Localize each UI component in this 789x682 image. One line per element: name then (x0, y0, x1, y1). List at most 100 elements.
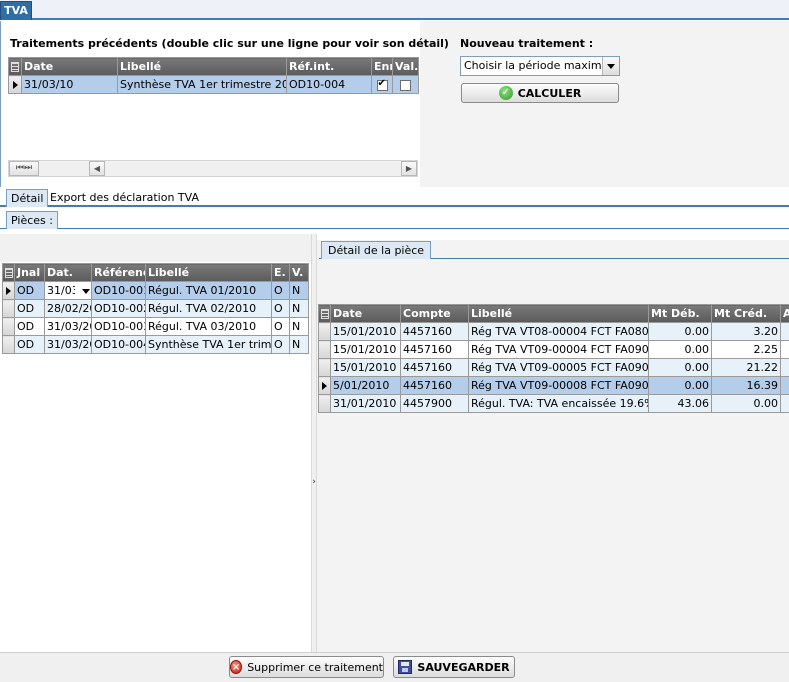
col-date[interactable]: Dat. (44, 263, 92, 282)
cell-v[interactable]: N (289, 281, 309, 300)
grid-options-icon[interactable] (318, 304, 331, 323)
cell-compte[interactable]: 4457160 (400, 358, 469, 377)
cell-v[interactable]: N (289, 317, 309, 336)
cell-mt-cred[interactable]: 16.39 (711, 376, 781, 395)
table-row[interactable]: 31/01/2010 4457900 Régul. TVA: TVA encai… (318, 394, 789, 413)
cell-mt-deb[interactable]: 0.00 (648, 358, 712, 377)
cell-a[interactable] (780, 340, 789, 359)
col-jnal[interactable]: Jnal (14, 263, 45, 282)
cell-reference[interactable]: OD10-003 (91, 317, 146, 336)
cell-val[interactable] (392, 75, 419, 94)
col-a[interactable]: A (780, 304, 789, 323)
cell-compte[interactable]: 4457160 (400, 322, 469, 341)
table-row[interactable]: OD 31/03/2010 OD10-001 Régul. TVA 01/201… (2, 281, 309, 300)
date-editor[interactable]: 31/03/2010 (44, 281, 92, 300)
col-ref-int[interactable]: Réf.int. (286, 57, 372, 76)
col-libelle[interactable]: Libellé (145, 263, 272, 282)
cell-compte[interactable]: 4457160 (400, 340, 469, 359)
cell-a[interactable] (780, 394, 789, 413)
cell-a[interactable] (780, 358, 789, 377)
scroll-left-icon[interactable]: ◀ (89, 161, 105, 176)
col-mt-deb[interactable]: Mt Déb. (648, 304, 712, 323)
cell-mt-cred[interactable]: 21.22 (711, 358, 781, 377)
cell-compte[interactable]: 4457900 (400, 394, 469, 413)
cell-date[interactable]: 15/01/2010 (330, 322, 401, 341)
grid-options-icon[interactable] (2, 263, 15, 282)
col-mt-cred[interactable]: Mt Créd. (711, 304, 781, 323)
table-row[interactable]: OD 28/02/2010 OD10-002 Régul. TVA 02/201… (2, 299, 309, 318)
tab-piece-detail[interactable]: Détail de la pièce (321, 241, 432, 259)
save-button[interactable]: SAUVEGARDER (393, 656, 515, 678)
cell-libelle[interactable]: Rég TVA VT08-00004 FCT FA080003 (468, 322, 649, 341)
cell-mt-cred[interactable]: 3.20 (711, 322, 781, 341)
cell-ref[interactable]: OD10-004 (286, 75, 372, 94)
grid-options-icon[interactable] (8, 57, 22, 76)
cell-a[interactable] (780, 322, 789, 341)
tab-detail[interactable]: Détail (6, 189, 49, 207)
calculate-button[interactable]: ✓ CALCULER (461, 83, 619, 103)
table-row[interactable]: OD 31/03/2010 OD10-003 Régul. TVA 03/201… (2, 317, 309, 336)
cell-mt-deb[interactable]: 0.00 (648, 322, 712, 341)
col-date[interactable]: Date (21, 57, 118, 76)
col-date[interactable]: Date (330, 304, 401, 323)
table-row[interactable]: 15/01/2010 4457160 Rég TVA VT09-00005 FC… (318, 358, 789, 377)
col-e[interactable]: E. (271, 263, 290, 282)
table-row[interactable]: 15/01/2010 4457160 Rég TVA VT09-00004 FC… (318, 340, 789, 359)
cell-libelle[interactable]: Régul. TVA: TVA encaissée 19.6% (468, 394, 649, 413)
cell-libelle[interactable]: Rég TVA VT09-00004 FCT FA090003 (468, 340, 649, 359)
cell-compte[interactable]: 4457160 (400, 376, 469, 395)
cell-mt-deb[interactable]: 0.00 (648, 340, 712, 359)
cell-jnal[interactable]: OD (14, 281, 45, 300)
cell-date[interactable]: 15/01/2010 (330, 340, 401, 359)
col-libelle[interactable]: Libellé (117, 57, 287, 76)
cell-reference[interactable]: OD10-001 (91, 281, 146, 300)
cell-mt-deb[interactable]: 0.00 (648, 376, 712, 395)
cell-v[interactable]: N (289, 335, 309, 354)
scroll-right-icon[interactable]: ▶ (401, 161, 417, 176)
cell-jnal[interactable]: OD (14, 299, 45, 318)
chevron-down-icon[interactable] (78, 283, 91, 299)
cell-libelle[interactable]: Rég TVA VT09-00005 FCT FA090004 (468, 358, 649, 377)
period-select[interactable]: Choisir la période maximale (460, 56, 620, 76)
col-v[interactable]: V. (289, 263, 309, 282)
cell-date[interactable]: 28/02/2010 (44, 299, 92, 318)
cell-jnal[interactable]: OD (14, 317, 45, 336)
cell-e[interactable]: O (271, 281, 290, 300)
cell-enr[interactable] (371, 75, 393, 94)
cell-date[interactable]: 31/03/10 (21, 75, 118, 94)
table-row[interactable]: OD 31/03/2010 OD10-004 Synthèse TVA 1er … (2, 335, 309, 354)
cell-mt-deb[interactable]: 43.06 (648, 394, 712, 413)
table-row[interactable]: 31/03/10 Synthèse TVA 1er trimestre 2010… (8, 75, 419, 94)
table-row[interactable]: 5/01/2010 4457160 Rég TVA VT09-00008 FCT… (318, 376, 789, 395)
tab-tva[interactable]: TVA (0, 1, 32, 20)
cell-libelle[interactable]: Synthèse TVA 1er trimestre 2010 (145, 335, 272, 354)
cell-date[interactable]: 31/03/2010 (44, 335, 92, 354)
cell-a[interactable] (780, 376, 789, 395)
cell-jnal[interactable]: OD (14, 335, 45, 354)
cell-reference[interactable]: OD10-004 (91, 335, 146, 354)
cell-date[interactable]: 31/01/2010 (330, 394, 401, 413)
cell-e[interactable]: O (271, 299, 290, 318)
enr-checkbox[interactable] (376, 78, 388, 91)
cell-date[interactable]: 31/03/2010 (44, 317, 92, 336)
nav-first-last-icon[interactable]: ⏮⏭ (9, 161, 39, 176)
cell-libelle[interactable]: Régul. TVA 03/2010 (145, 317, 272, 336)
tab-export[interactable]: Export des déclaration TVA (46, 189, 203, 207)
col-enr[interactable]: Enr (371, 57, 393, 76)
col-val[interactable]: Val. (392, 57, 419, 76)
cell-libelle[interactable]: Régul. TVA 02/2010 (145, 299, 272, 318)
cell-libelle[interactable]: Synthèse TVA 1er trimestre 2010 (117, 75, 287, 94)
cell-mt-cred[interactable]: 2.25 (711, 340, 781, 359)
cell-libelle[interactable]: Rég TVA VT09-00008 FCT FA090007 (468, 376, 649, 395)
cell-reference[interactable]: OD10-002 (91, 299, 146, 318)
cell-mt-cred[interactable]: 0.00 (711, 394, 781, 413)
cell-libelle[interactable]: Régul. TVA 01/2010 (145, 281, 272, 300)
col-libelle[interactable]: Libellé (468, 304, 649, 323)
cell-v[interactable]: N (289, 299, 309, 318)
chevron-down-icon[interactable] (602, 57, 619, 75)
tab-pieces[interactable]: Pièces : (6, 211, 58, 229)
col-reference[interactable]: Référence (91, 263, 146, 282)
cell-e[interactable]: O (271, 317, 290, 336)
col-compte[interactable]: Compte (400, 304, 469, 323)
table-row[interactable]: 15/01/2010 4457160 Rég TVA VT08-00004 FC… (318, 322, 789, 341)
